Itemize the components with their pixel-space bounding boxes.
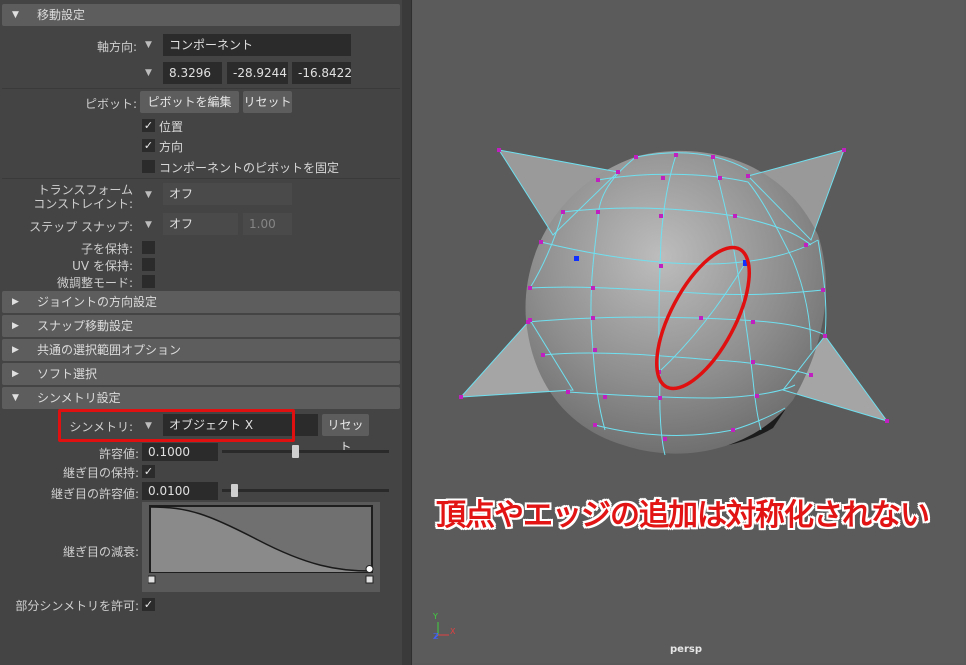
transform-constraint-label-2: コンストレイント:: [33, 197, 133, 211]
section-snap-move[interactable]: ▶ スナップ移動設定: [2, 315, 400, 337]
partial-symmetry-checkbox[interactable]: ✓: [142, 598, 155, 611]
tolerance-label: 許容値:: [98, 447, 139, 461]
3d-viewport[interactable]: [413, 0, 964, 663]
preserve-children-label: 子を保持:: [80, 242, 133, 256]
axis-x-label: X: [450, 627, 456, 636]
mesh-render: [434, 148, 889, 639]
preserve-uv-label: UV を保持:: [72, 259, 133, 273]
collapsed-triangle-icon: ▶: [12, 321, 19, 331]
axis-y-label: Y: [433, 612, 438, 621]
fix-component-pivot-label: コンポーネントのピボットを固定: [159, 161, 340, 175]
section-label: 共通の選択範囲オプション: [37, 343, 182, 357]
panel-splitter[interactable]: [402, 0, 411, 665]
step-snap-dropdown[interactable]: オフ: [163, 213, 238, 235]
preserve-children-checkbox[interactable]: [142, 241, 155, 254]
dropdown-arrow-icon[interactable]: ▼: [145, 68, 152, 78]
position-label: 位置: [159, 120, 184, 134]
curve-handle-icon[interactable]: [365, 565, 374, 573]
preserve-seam-checkbox[interactable]: ✓: [142, 465, 155, 478]
axis-orientation-label: 軸方向:: [96, 40, 137, 54]
tolerance-slider-thumb[interactable]: [292, 445, 300, 458]
tolerance-field[interactable]: 0.1000: [142, 443, 218, 461]
step-snap-amount-field[interactable]: 1.00: [243, 213, 292, 235]
axis-z-field[interactable]: -16.8422: [292, 62, 351, 84]
section-move-settings[interactable]: ▼ 移動設定: [2, 4, 400, 26]
tweak-mode-checkbox[interactable]: [142, 275, 155, 288]
expanded-triangle-icon: ▼: [12, 10, 19, 20]
orientation-label: 方向: [159, 140, 184, 154]
section-label: ソフト選択: [37, 367, 98, 381]
tolerance-slider[interactable]: [222, 450, 389, 453]
fix-component-pivot-checkbox[interactable]: [142, 160, 155, 173]
curve-key-left-icon[interactable]: [148, 575, 156, 584]
step-snap-label: ステップ スナップ:: [29, 220, 133, 234]
attribute-panel: ▼ 移動設定 軸方向: ▼ コンポーネント ▼ 8.3296 -28.9244 …: [0, 0, 402, 665]
divider: [2, 178, 400, 179]
seam-falloff-graph[interactable]: [148, 504, 374, 590]
tweak-mode-label: 微調整モード:: [56, 276, 133, 290]
collapsed-triangle-icon: ▶: [12, 345, 19, 355]
selected-vertex-left: [574, 256, 579, 261]
transform-constraint-dropdown[interactable]: オフ: [163, 183, 292, 205]
preserve-uv-checkbox[interactable]: [142, 258, 155, 271]
edit-pivot-button[interactable]: ピボットを編集: [140, 91, 239, 113]
partial-symmetry-label: 部分シンメトリを許可:: [15, 599, 139, 613]
axis-y-field[interactable]: -28.9244: [227, 62, 288, 84]
axis-orientation-dropdown[interactable]: コンポーネント: [163, 34, 351, 56]
annotation-caption: 頂点やエッジの追加は対称化されない: [436, 498, 930, 533]
curve-key-right-icon[interactable]: [365, 575, 374, 584]
seam-tolerance-label: 継ぎ目の許容値:: [50, 487, 139, 501]
collapsed-triangle-icon: ▶: [12, 297, 19, 307]
section-soft-select[interactable]: ▶ ソフト選択: [2, 363, 400, 385]
axis-x-field[interactable]: 8.3296: [163, 62, 222, 84]
section-symmetry-settings[interactable]: ▼ シンメトリ設定: [2, 387, 400, 409]
section-common-selection[interactable]: ▶ 共通の選択範囲オプション: [2, 339, 400, 361]
section-label: ジョイントの方向設定: [37, 295, 158, 309]
symmetry-reset-button[interactable]: リセット: [322, 414, 369, 454]
seam-tolerance-slider-thumb[interactable]: [230, 484, 238, 497]
orientation-checkbox[interactable]: ✓: [142, 139, 155, 152]
section-joint-orient[interactable]: ▶ ジョイントの方向設定: [2, 291, 400, 313]
seam-tolerance-field[interactable]: 0.0100: [142, 482, 218, 500]
collapsed-triangle-icon: ▶: [12, 369, 19, 379]
section-label: シンメトリ設定: [37, 391, 121, 405]
expanded-triangle-icon: ▼: [12, 393, 19, 403]
position-checkbox[interactable]: ✓: [142, 119, 155, 132]
seam-tolerance-slider[interactable]: [222, 489, 389, 492]
divider: [2, 88, 400, 89]
camera-label: persp: [670, 644, 702, 655]
dropdown-arrow-icon[interactable]: ▼: [145, 190, 152, 200]
highlight-annotation-box: [58, 409, 295, 442]
dropdown-arrow-icon[interactable]: ▼: [145, 40, 152, 50]
reset-pivot-button[interactable]: リセット: [243, 91, 292, 113]
seam-falloff-label: 継ぎ目の減衰:: [62, 545, 139, 559]
section-label: スナップ移動設定: [37, 319, 134, 333]
preserve-seam-label: 継ぎ目の保持:: [62, 466, 139, 480]
axis-z-label: Z: [433, 632, 439, 641]
section-label: 移動設定: [37, 8, 86, 22]
dropdown-arrow-icon[interactable]: ▼: [145, 220, 152, 230]
pivot-label: ピボット:: [84, 97, 137, 111]
